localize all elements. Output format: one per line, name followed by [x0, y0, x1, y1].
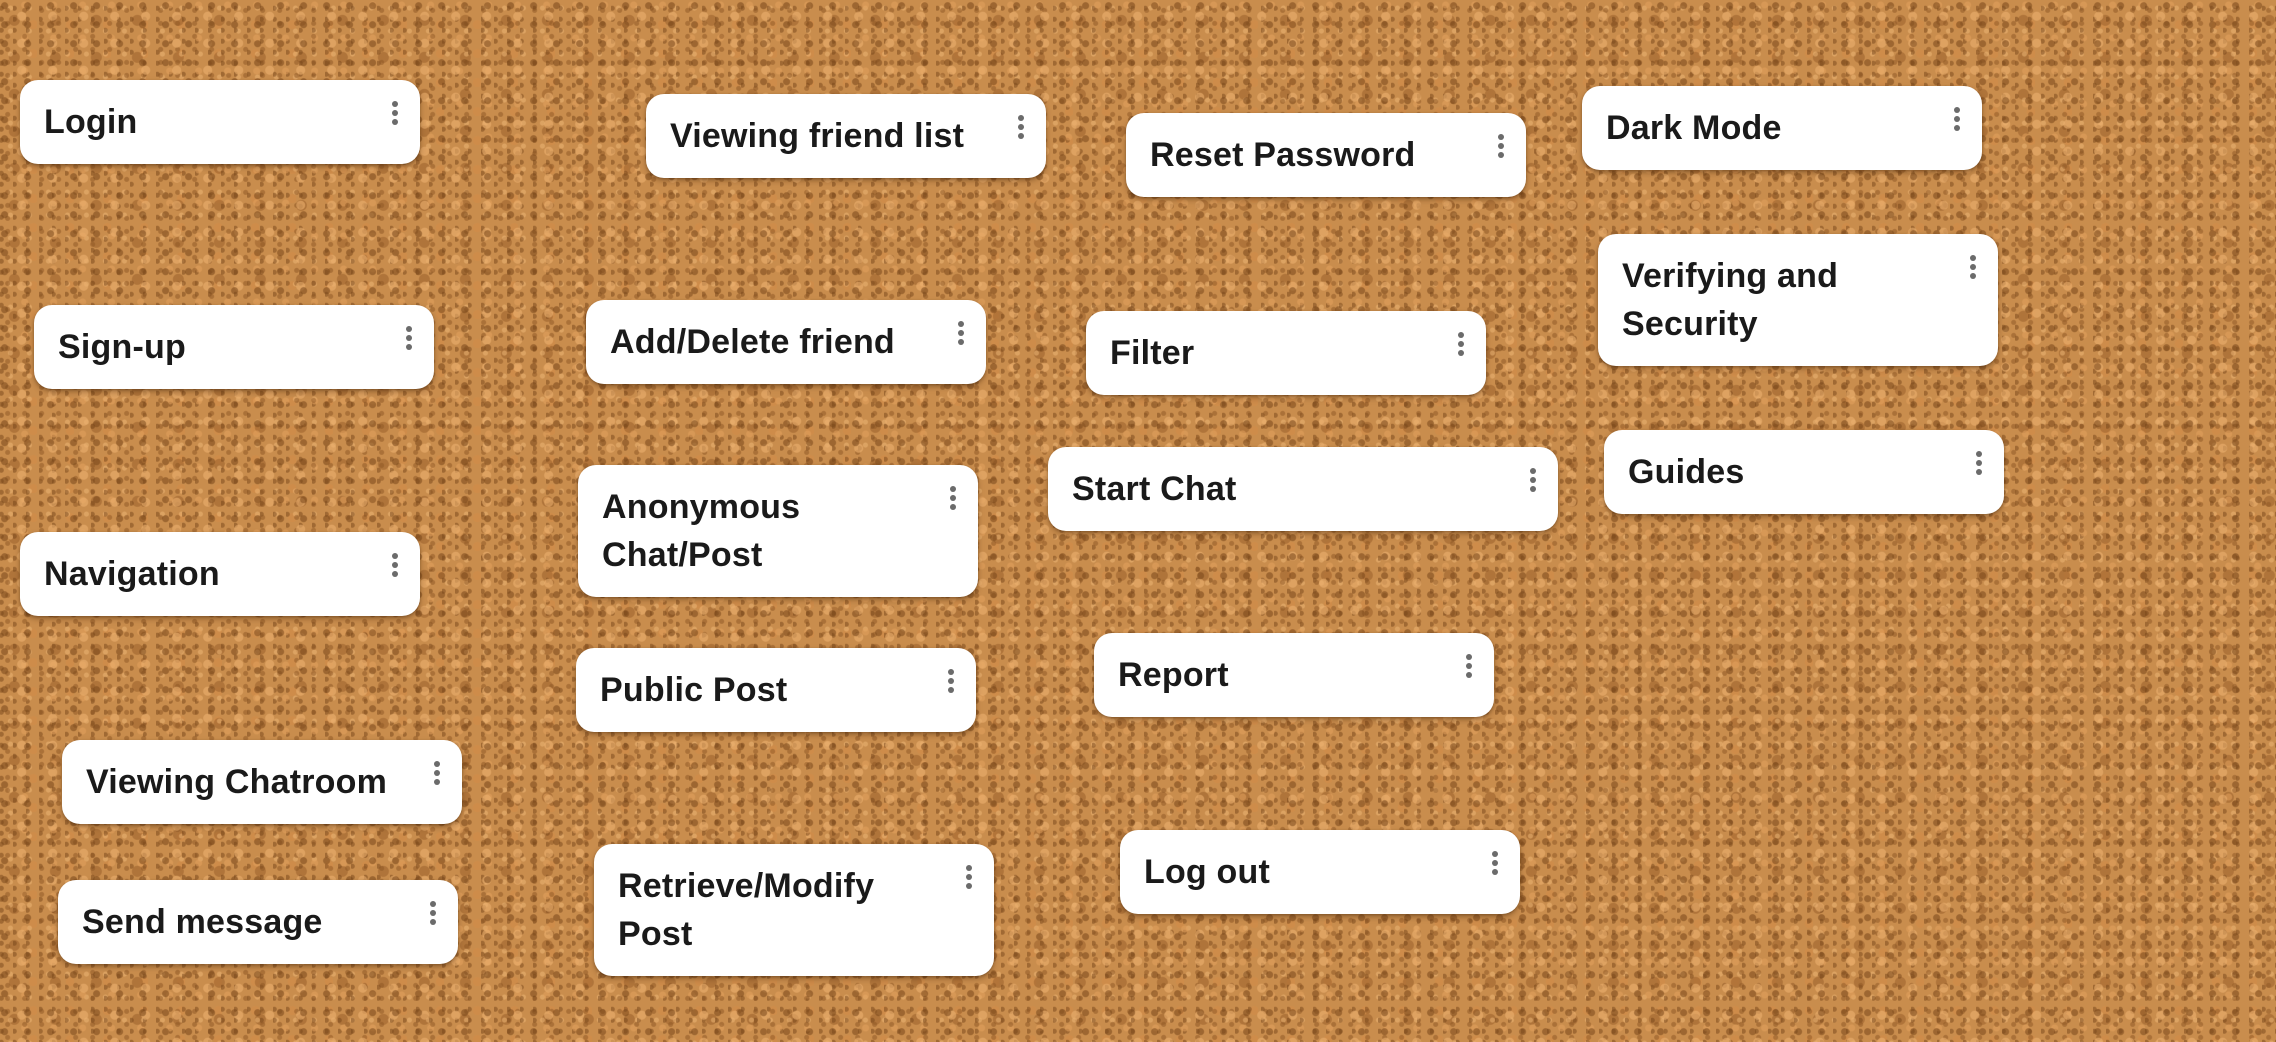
card-public-post[interactable]: Public Post [576, 648, 976, 732]
card-title: Log out [1144, 853, 1271, 891]
card-add-delete-friend[interactable]: Add/Delete friend [586, 300, 986, 384]
card-title: Send message [82, 903, 323, 941]
card-verifying-and-security[interactable]: Verifying and Security [1598, 234, 1998, 366]
card-title: Navigation [44, 555, 220, 593]
card-start-chat[interactable]: Start Chat [1048, 447, 1558, 531]
card-title: Add/Delete friend [610, 323, 895, 361]
card-viewing-chatroom[interactable]: Viewing Chatroom [62, 740, 462, 824]
more-vertical-icon[interactable] [1454, 649, 1484, 683]
card-title: Public Post [600, 671, 788, 709]
card-filter[interactable]: Filter [1086, 311, 1486, 395]
card-title: Reset Password [1150, 136, 1416, 174]
more-vertical-icon[interactable] [1964, 446, 1994, 480]
card-title: Anonymous Chat/Post [602, 488, 801, 574]
more-vertical-icon[interactable] [1942, 102, 1972, 136]
more-vertical-icon[interactable] [954, 860, 984, 894]
card-title: Login [44, 103, 138, 141]
card-report[interactable]: Report [1094, 633, 1494, 717]
card-title: Viewing friend list [670, 117, 965, 155]
card-title: Sign-up [58, 328, 186, 366]
card-login[interactable]: Login [20, 80, 420, 164]
card-send-message[interactable]: Send message [58, 880, 458, 964]
card-sign-up[interactable]: Sign-up [34, 305, 434, 389]
card-dark-mode[interactable]: Dark Mode [1582, 86, 1982, 170]
more-vertical-icon[interactable] [946, 316, 976, 350]
more-vertical-icon[interactable] [380, 548, 410, 582]
card-title: Retrieve/Modify Post [618, 867, 875, 953]
card-log-out[interactable]: Log out [1120, 830, 1520, 914]
card-title: Viewing Chatroom [86, 763, 388, 801]
more-vertical-icon[interactable] [418, 896, 448, 930]
more-vertical-icon[interactable] [422, 756, 452, 790]
card-title: Start Chat [1072, 470, 1237, 508]
card-retrieve-modify-post[interactable]: Retrieve/Modify Post [594, 844, 994, 976]
card-guides[interactable]: Guides [1604, 430, 2004, 514]
more-vertical-icon[interactable] [380, 96, 410, 130]
card-title: Filter [1110, 334, 1195, 372]
card-title: Guides [1628, 453, 1745, 491]
card-title: Report [1118, 656, 1229, 694]
more-vertical-icon[interactable] [938, 481, 968, 515]
more-vertical-icon[interactable] [1518, 463, 1548, 497]
card-navigation[interactable]: Navigation [20, 532, 420, 616]
more-vertical-icon[interactable] [1486, 129, 1516, 163]
more-vertical-icon[interactable] [936, 664, 966, 698]
corkboard: Login Sign-up Navigation Viewing Chatroo… [0, 0, 2276, 1042]
more-vertical-icon[interactable] [1958, 250, 1988, 284]
more-vertical-icon[interactable] [394, 321, 424, 355]
more-vertical-icon[interactable] [1446, 327, 1476, 361]
card-viewing-friend-list[interactable]: Viewing friend list [646, 94, 1046, 178]
card-reset-password[interactable]: Reset Password [1126, 113, 1526, 197]
card-title: Verifying and Security [1622, 257, 1839, 343]
more-vertical-icon[interactable] [1480, 846, 1510, 880]
more-vertical-icon[interactable] [1006, 110, 1036, 144]
card-title: Dark Mode [1606, 109, 1782, 147]
card-anonymous-chat-post[interactable]: Anonymous Chat/Post [578, 465, 978, 597]
